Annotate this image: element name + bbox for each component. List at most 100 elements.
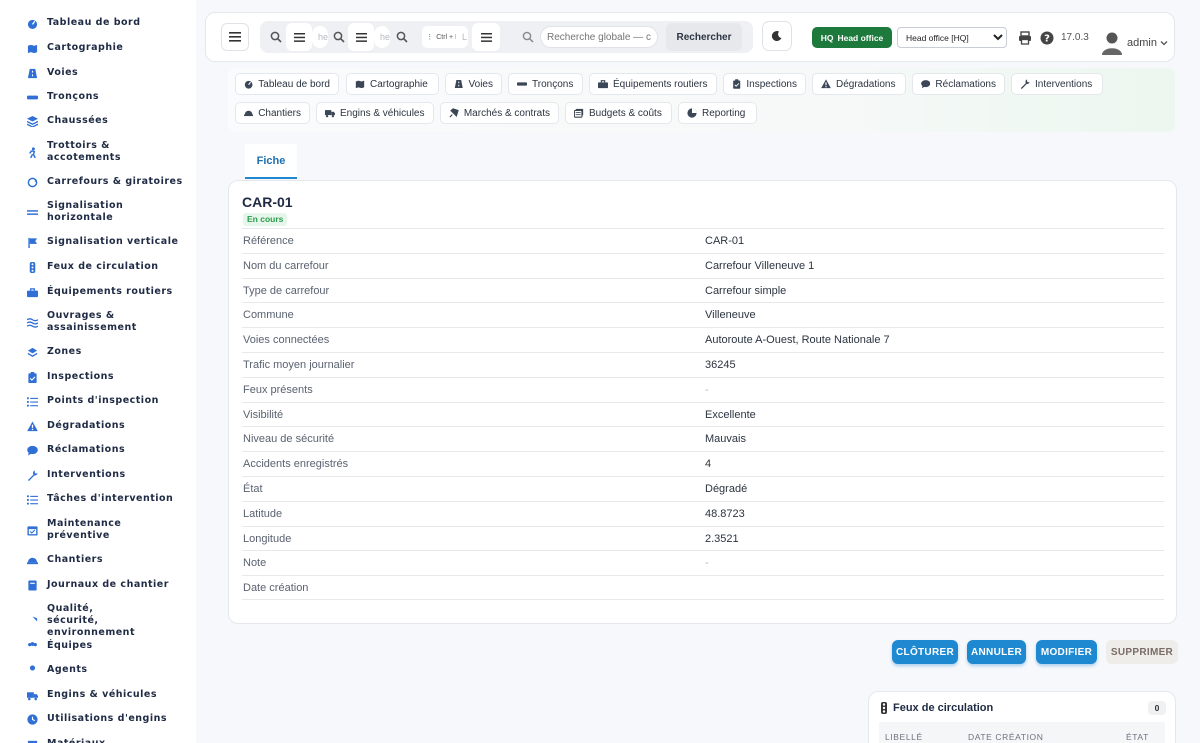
menu-toggle-button[interactable] xyxy=(221,23,249,51)
sidebar-icon-wrap xyxy=(26,42,38,54)
sidebar-icon-wrap xyxy=(26,236,38,248)
field-label: Longitude xyxy=(243,532,292,545)
tab-fiche[interactable]: Fiche xyxy=(245,144,297,179)
field-value: 2.3521 xyxy=(705,532,739,545)
hq-code: HQ xyxy=(820,32,834,43)
column-header[interactable]: DATE CRÉATION xyxy=(968,732,1044,742)
cancel-button[interactable]: ANNULER xyxy=(967,640,1026,664)
sidebar-item-inspections[interactable]: Inspections xyxy=(26,371,196,383)
module-chip-marches-contrats[interactable]: Marchés & contrats xyxy=(440,102,559,124)
gauge-icon xyxy=(27,19,37,29)
sidebar-item-equipements-routiers[interactable]: Équipements routiers xyxy=(26,286,196,298)
sidebar-icon-wrap xyxy=(26,176,38,188)
field-row: Latitude 48.8723 xyxy=(242,500,1164,526)
sidebar-item-feux-de-circulation[interactable]: Feux de circulation xyxy=(26,261,196,273)
theme-toggle-button[interactable] xyxy=(762,21,792,51)
global-search-input[interactable] xyxy=(540,26,658,48)
menu-toggle-button-2[interactable] xyxy=(286,23,312,51)
avatar[interactable] xyxy=(1101,31,1123,55)
ghost-input[interactable]: L xyxy=(456,26,468,48)
sidebar-item-signalisation-verticale[interactable]: Signalisation verticale xyxy=(26,236,196,248)
clipboard-icon xyxy=(733,79,741,89)
field-label: Commune xyxy=(243,309,294,322)
sidebar-item-materiaux[interactable]: Matériaux xyxy=(26,738,196,743)
sidebar-icon-wrap xyxy=(26,615,38,627)
panel-title: Feux de circulation xyxy=(893,702,994,714)
sidebar-item-zones[interactable]: Zones xyxy=(26,346,196,358)
module-chip-label: Engins & véhicules xyxy=(340,107,425,119)
road-icon xyxy=(27,68,37,78)
sidebar-item-voies[interactable]: Voies xyxy=(26,67,196,79)
field-value: Carrefour Villeneuve 1 xyxy=(705,259,815,272)
module-chip-label: Cartographie xyxy=(370,78,428,90)
sidebar-item-interventions[interactable]: Interventions xyxy=(26,469,196,481)
module-chip-interventions[interactable]: Interventions xyxy=(1011,73,1103,95)
module-nav: Tableau de bord Cartographie Voies Tronçons… xyxy=(228,68,1175,132)
search-button[interactable]: Rechercher xyxy=(666,23,742,51)
lines-icon xyxy=(26,209,38,215)
sidebar-item-troncons[interactable]: Tronçons xyxy=(26,91,196,103)
module-chip-inspections[interactable]: Inspections xyxy=(723,73,806,95)
site-select[interactable]: Head office [HQ] xyxy=(897,27,1007,48)
sidebar-item-carrefours-giratoires[interactable]: Carrefours & giratoires xyxy=(26,176,196,188)
search-icon xyxy=(522,31,534,43)
field-value: Excellente xyxy=(705,408,756,421)
sidebar-item-journaux-de-chantier[interactable]: Journaux de chantier xyxy=(26,579,196,591)
field-value: Carrefour simple xyxy=(705,284,787,297)
delete-button[interactable]: SUPPRIMER xyxy=(1106,640,1178,664)
module-chip-equipements-routiers[interactable]: Équipements routiers xyxy=(589,73,717,95)
sidebar-item-chantiers[interactable]: Chantiers xyxy=(26,554,196,566)
sidebar-item-cartographie[interactable]: Cartographie xyxy=(26,42,196,54)
module-chip-cartographie[interactable]: Cartographie xyxy=(346,73,439,95)
sidebar-icon-wrap xyxy=(26,286,38,298)
hq-badge[interactable]: HQ Head office xyxy=(812,27,892,48)
ghost-input[interactable]: he xyxy=(312,26,328,48)
sidebar-item-label: Ouvrages & assainissement xyxy=(47,310,137,333)
sidebar-item-agents[interactable]: Agents xyxy=(26,664,196,676)
module-chip-tableau-de-bord[interactable]: Tableau de bord xyxy=(235,73,339,95)
module-chip-voies[interactable]: Voies xyxy=(445,73,502,95)
field-label: Feux présents xyxy=(243,383,313,396)
module-chip-budgets-couts[interactable]: Budgets & coûts xyxy=(565,102,672,124)
sidebar-item-degradations[interactable]: Dégradations xyxy=(26,420,196,432)
sidebar-item-signalisation-horizontale[interactable]: Signalisation horizontale xyxy=(26,200,196,224)
user-menu[interactable]: admin xyxy=(1127,37,1168,49)
sidebar-item-label: Cartographie xyxy=(47,42,124,53)
ghost-input[interactable]: he xyxy=(374,26,390,48)
module-chip-engins-vehicules[interactable]: Engins & véhicules xyxy=(316,102,434,124)
edit-button[interactable]: MODIFIER xyxy=(1036,640,1097,664)
road-icon xyxy=(454,80,463,88)
sidebar-item-chaussees[interactable]: Chaussées xyxy=(26,115,196,127)
module-chip-degradations[interactable]: Dégradations xyxy=(812,73,906,95)
sidebar-item-qualite-securite-environnement[interactable]: Qualité, sécurité, environnement xyxy=(26,603,196,639)
zones-icon xyxy=(27,347,37,357)
module-chip-chantiers[interactable]: Chantiers xyxy=(235,102,310,124)
sidebar-item-maintenance-preventive[interactable]: Maintenance préventive xyxy=(26,518,196,542)
field-value: 48.8723 xyxy=(705,507,745,520)
field-label: Latitude xyxy=(243,507,283,520)
field-label: Niveau de sécurité xyxy=(243,433,335,446)
menu-toggle-button-3[interactable] xyxy=(348,23,374,51)
column-header[interactable]: LIBELLÉ xyxy=(885,732,923,742)
menu-toggle-button-4[interactable] xyxy=(472,23,500,51)
field-value: Villeneuve xyxy=(705,309,756,322)
sidebar-item-engins-vehicules[interactable]: Engins & véhicules xyxy=(26,689,196,701)
sidebar-item-tableau-de-bord[interactable]: Tableau de bord xyxy=(26,17,196,29)
module-chip-reclamations[interactable]: Réclamations xyxy=(912,73,1005,95)
status-badge: En cours xyxy=(243,213,288,226)
sidebar-item-reclamations[interactable]: Réclamations xyxy=(26,444,196,456)
help-icon[interactable]: ? xyxy=(1040,31,1054,45)
sidebar-item-ouvrages-assainissement[interactable]: Ouvrages & assainissement xyxy=(26,310,196,334)
sidebar-item-trottoirs-accotements[interactable]: Trottoirs & accotements xyxy=(26,140,196,164)
module-chip-reporting[interactable]: Reporting xyxy=(678,102,757,124)
hamburger-icon xyxy=(355,32,367,42)
sidebar-item-points-d-inspection[interactable]: Points d'inspection xyxy=(26,395,196,407)
chevron-down-icon xyxy=(1160,41,1168,46)
close-record-button[interactable]: CLÔTURER xyxy=(892,640,958,664)
column-header[interactable]: ÉTAT xyxy=(1126,732,1149,742)
print-icon[interactable] xyxy=(1018,31,1032,45)
sidebar-item-utilisations-d-engins[interactable]: Utilisations d'engins xyxy=(26,713,196,725)
module-chip-troncons[interactable]: Tronçons xyxy=(508,73,583,95)
sidebar-item-equipes[interactable]: Équipes xyxy=(26,640,196,652)
sidebar-item-taches-d-intervention[interactable]: Tâches d'intervention xyxy=(26,493,196,505)
